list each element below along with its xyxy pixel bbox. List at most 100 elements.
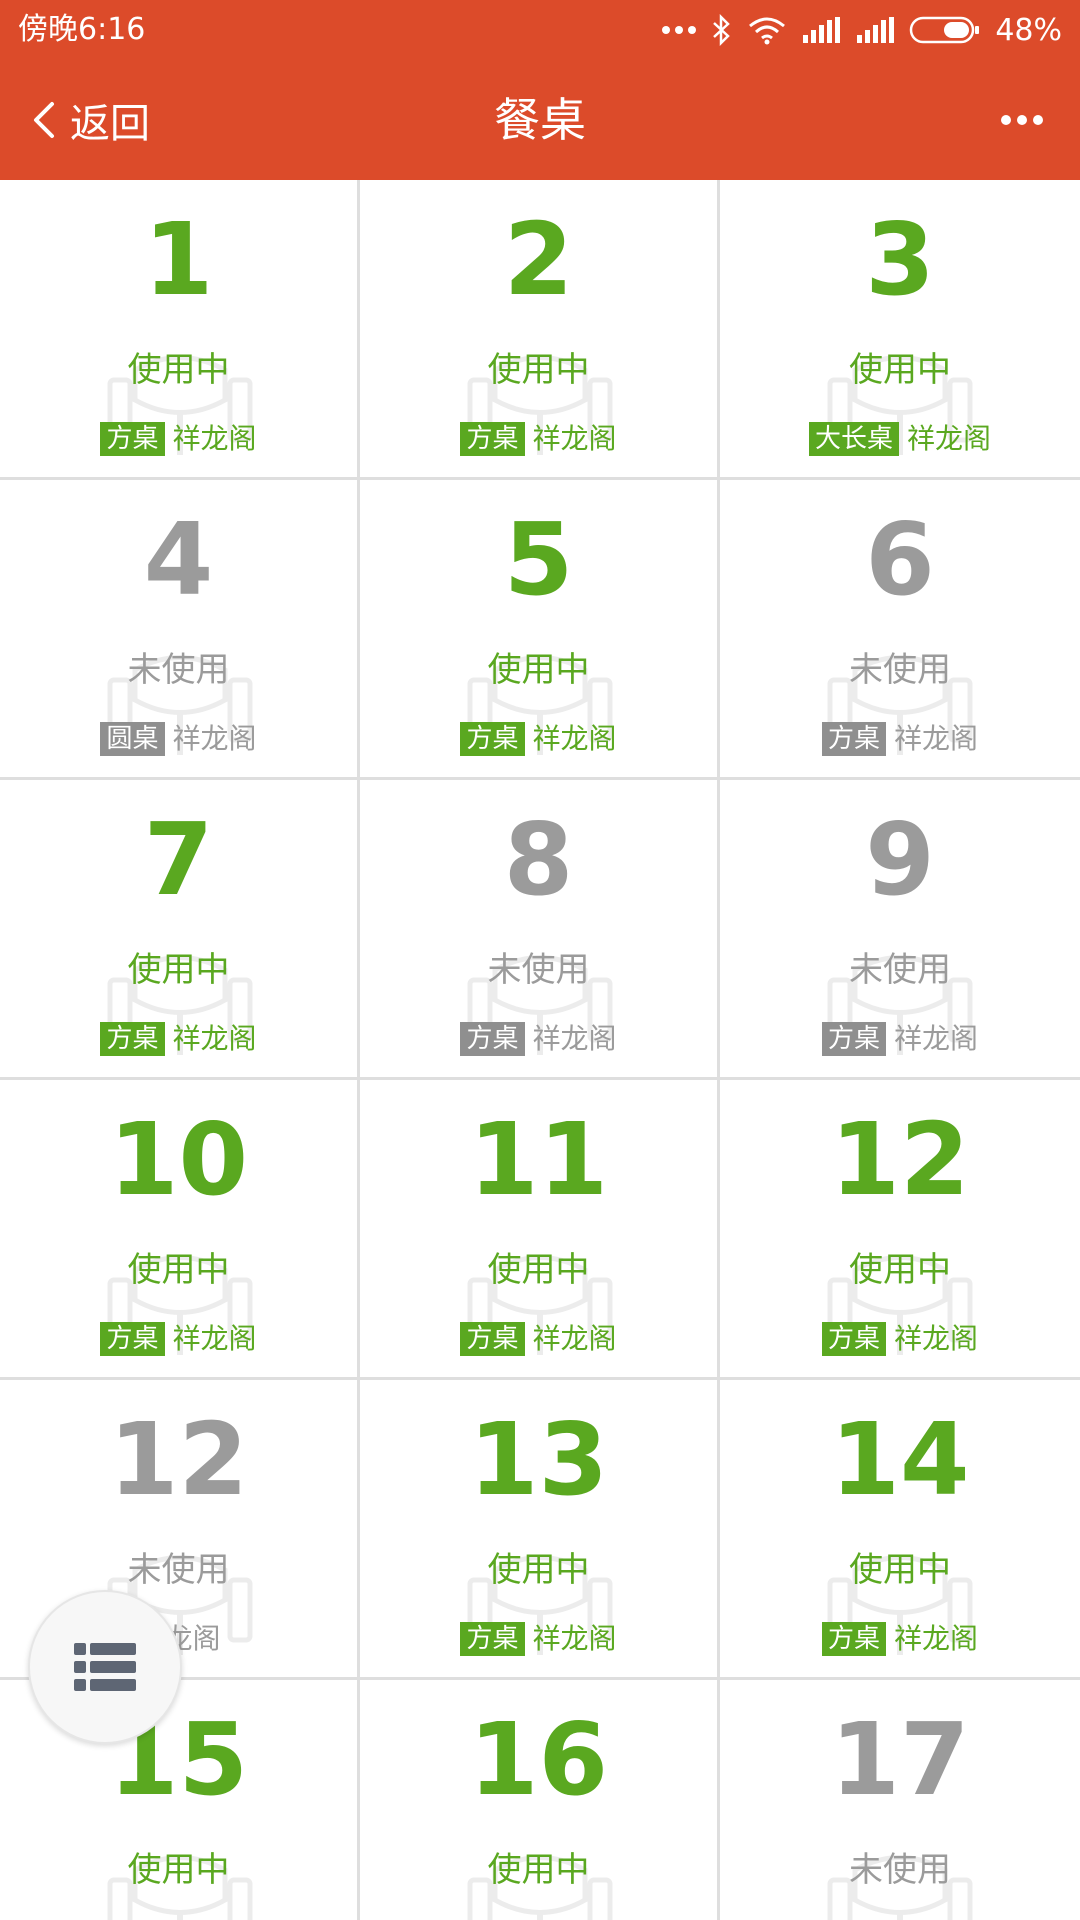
table-cell[interactable]: 7 使用中方桌 祥龙阁: [0, 780, 360, 1080]
table-meta: 方桌 祥龙阁: [0, 1022, 357, 1056]
table-status: 使用中: [487, 1850, 590, 1890]
bluetooth-icon: [713, 14, 731, 46]
signal-icon-2: [857, 17, 895, 43]
table-number: 11: [468, 1101, 609, 1218]
table-meta: 方桌 祥龙阁: [720, 1622, 1080, 1656]
table-cell[interactable]: 8 未使用方桌 祥龙阁: [360, 780, 720, 1080]
table-type-tag: 方桌: [821, 722, 886, 756]
table-type-tag: 方桌: [460, 1622, 525, 1656]
table-number: 14: [830, 1401, 970, 1518]
table-type-tag: 方桌: [100, 422, 165, 456]
table-type-tag: 方桌: [821, 1622, 886, 1656]
table-meta: 方桌 祥龙阁: [360, 422, 717, 456]
table-number: 4: [143, 501, 214, 618]
table-type-tag: 方桌: [460, 722, 525, 756]
list-view-button[interactable]: [28, 1590, 182, 1744]
table-type-tag: 方桌: [100, 1322, 165, 1356]
table-number: 10: [108, 1101, 249, 1218]
table-status: 使用中: [849, 1550, 951, 1590]
table-room: 祥龙阁: [907, 422, 992, 455]
table-cell[interactable]: 6 未使用方桌 祥龙阁: [720, 480, 1080, 780]
table-type-tag: 圆桌: [100, 722, 165, 756]
table-room: 祥龙阁: [532, 722, 617, 755]
table-status: 使用中: [127, 950, 230, 990]
table-cell[interactable]: 5 使用中方桌 祥龙阁: [360, 480, 720, 780]
table-status: 使用中: [849, 1250, 951, 1290]
table-number: 9: [865, 801, 935, 918]
table-type-tag: 大长桌: [808, 422, 899, 456]
table-room: 祥龙阁: [532, 1022, 617, 1055]
table-meta: 方桌 祥龙阁: [360, 1022, 717, 1056]
table-number: 12: [830, 1101, 970, 1218]
table-room: 祥龙阁: [532, 422, 617, 455]
table-meta: 方桌 祥龙阁: [360, 1322, 717, 1356]
table-meta: 方桌 祥龙阁: [720, 1322, 1080, 1356]
table-number: 7: [143, 801, 214, 918]
table-type-tag: 方桌: [100, 1022, 165, 1056]
table-meta: 圆桌 祥龙阁: [0, 722, 357, 756]
table-status: 使用中: [127, 350, 230, 390]
table-number: 8: [503, 801, 574, 918]
table-cell[interactable]: 17 未使用: [720, 1680, 1080, 1920]
table-cell[interactable]: 12 使用中方桌 祥龙阁: [720, 1080, 1080, 1380]
table-cell[interactable]: 9 未使用方桌 祥龙阁: [720, 780, 1080, 1080]
table-number: 3: [865, 201, 935, 318]
table-meta: 方桌 祥龙阁: [0, 1322, 357, 1356]
more-dots-icon: [1001, 115, 1043, 125]
table-type-tag: 方桌: [821, 1022, 886, 1056]
table-meta: 方桌 祥龙阁: [720, 1022, 1080, 1056]
table-number: 1: [143, 201, 214, 318]
table-cell[interactable]: 1 使用中方桌 祥龙阁: [0, 180, 360, 480]
table-cell[interactable]: 3 使用中 大长桌 祥龙阁: [720, 180, 1080, 480]
table-type-tag: 方桌: [821, 1322, 886, 1356]
status-icons: 48%: [661, 10, 1062, 50]
table-meta: 方桌 祥龙阁: [360, 722, 717, 756]
status-time: 傍晚6:16: [18, 12, 146, 47]
table-status: 使用中: [487, 650, 590, 690]
table-cell[interactable]: 11 使用中 方桌 祥龙阁: [360, 1080, 720, 1380]
table-cell[interactable]: 2 使用中方桌 祥龙阁: [360, 180, 720, 480]
table-room: 祥龙阁: [532, 1322, 617, 1355]
more-options-button[interactable]: [992, 100, 1052, 140]
table-number: 6: [865, 501, 935, 618]
table-cell[interactable]: 10 使用中方桌 祥龙阁: [0, 1080, 360, 1380]
signal-icon: [803, 17, 841, 43]
table-status: 使用中: [127, 1850, 230, 1890]
table-number: 12: [108, 1401, 249, 1518]
table-status: 未使用: [849, 650, 951, 690]
table-type-tag: 方桌: [460, 422, 525, 456]
table-cell[interactable]: 16 使用中: [360, 1680, 720, 1920]
wifi-icon: [749, 17, 786, 45]
page-title: 餐桌: [494, 93, 586, 147]
table-room: 祥龙阁: [172, 1022, 257, 1055]
table-room: 祥龙阁: [532, 1622, 617, 1655]
table-number: 13: [468, 1401, 609, 1518]
table-number: 2: [503, 201, 574, 318]
status-bar: 傍晚6:16 48%: [0, 0, 1080, 60]
battery-percentage: 48%: [995, 12, 1062, 48]
table-meta: 大长桌 祥龙阁: [720, 422, 1080, 456]
table-status: 未使用: [849, 950, 951, 990]
table-status: 未使用: [487, 950, 590, 990]
table-status: 使用中: [487, 350, 590, 390]
more-notifications-icon: [662, 26, 697, 34]
table-meta: 方桌 祥龙阁: [360, 1622, 717, 1656]
table-status: 使用中: [127, 1250, 230, 1290]
table-number: 5: [503, 501, 574, 618]
table-room: 祥龙阁: [172, 722, 257, 755]
table-type-tag: 方桌: [460, 1022, 525, 1056]
table-room: 祥龙阁: [894, 1322, 979, 1355]
table-room: 祥龙阁: [894, 1022, 979, 1055]
table-cell[interactable]: 4 未使用圆桌 祥龙阁: [0, 480, 360, 780]
table-cell[interactable]: 13 使用中方桌 祥龙阁: [360, 1380, 720, 1680]
table-room: 祥龙阁: [894, 722, 979, 755]
table-status: 未使用: [849, 1850, 951, 1890]
table-meta: 方桌 祥龙阁: [720, 722, 1080, 756]
table-room: 祥龙阁: [894, 1622, 979, 1655]
table-meta: 方桌 祥龙阁: [0, 422, 357, 456]
table-room: 祥龙阁: [172, 1322, 257, 1355]
table-number: 17: [830, 1701, 970, 1818]
table-status: 未使用: [127, 650, 230, 690]
table-cell[interactable]: 14 使用中方桌 祥龙阁: [720, 1380, 1080, 1680]
table-status: 使用中: [487, 1550, 590, 1590]
